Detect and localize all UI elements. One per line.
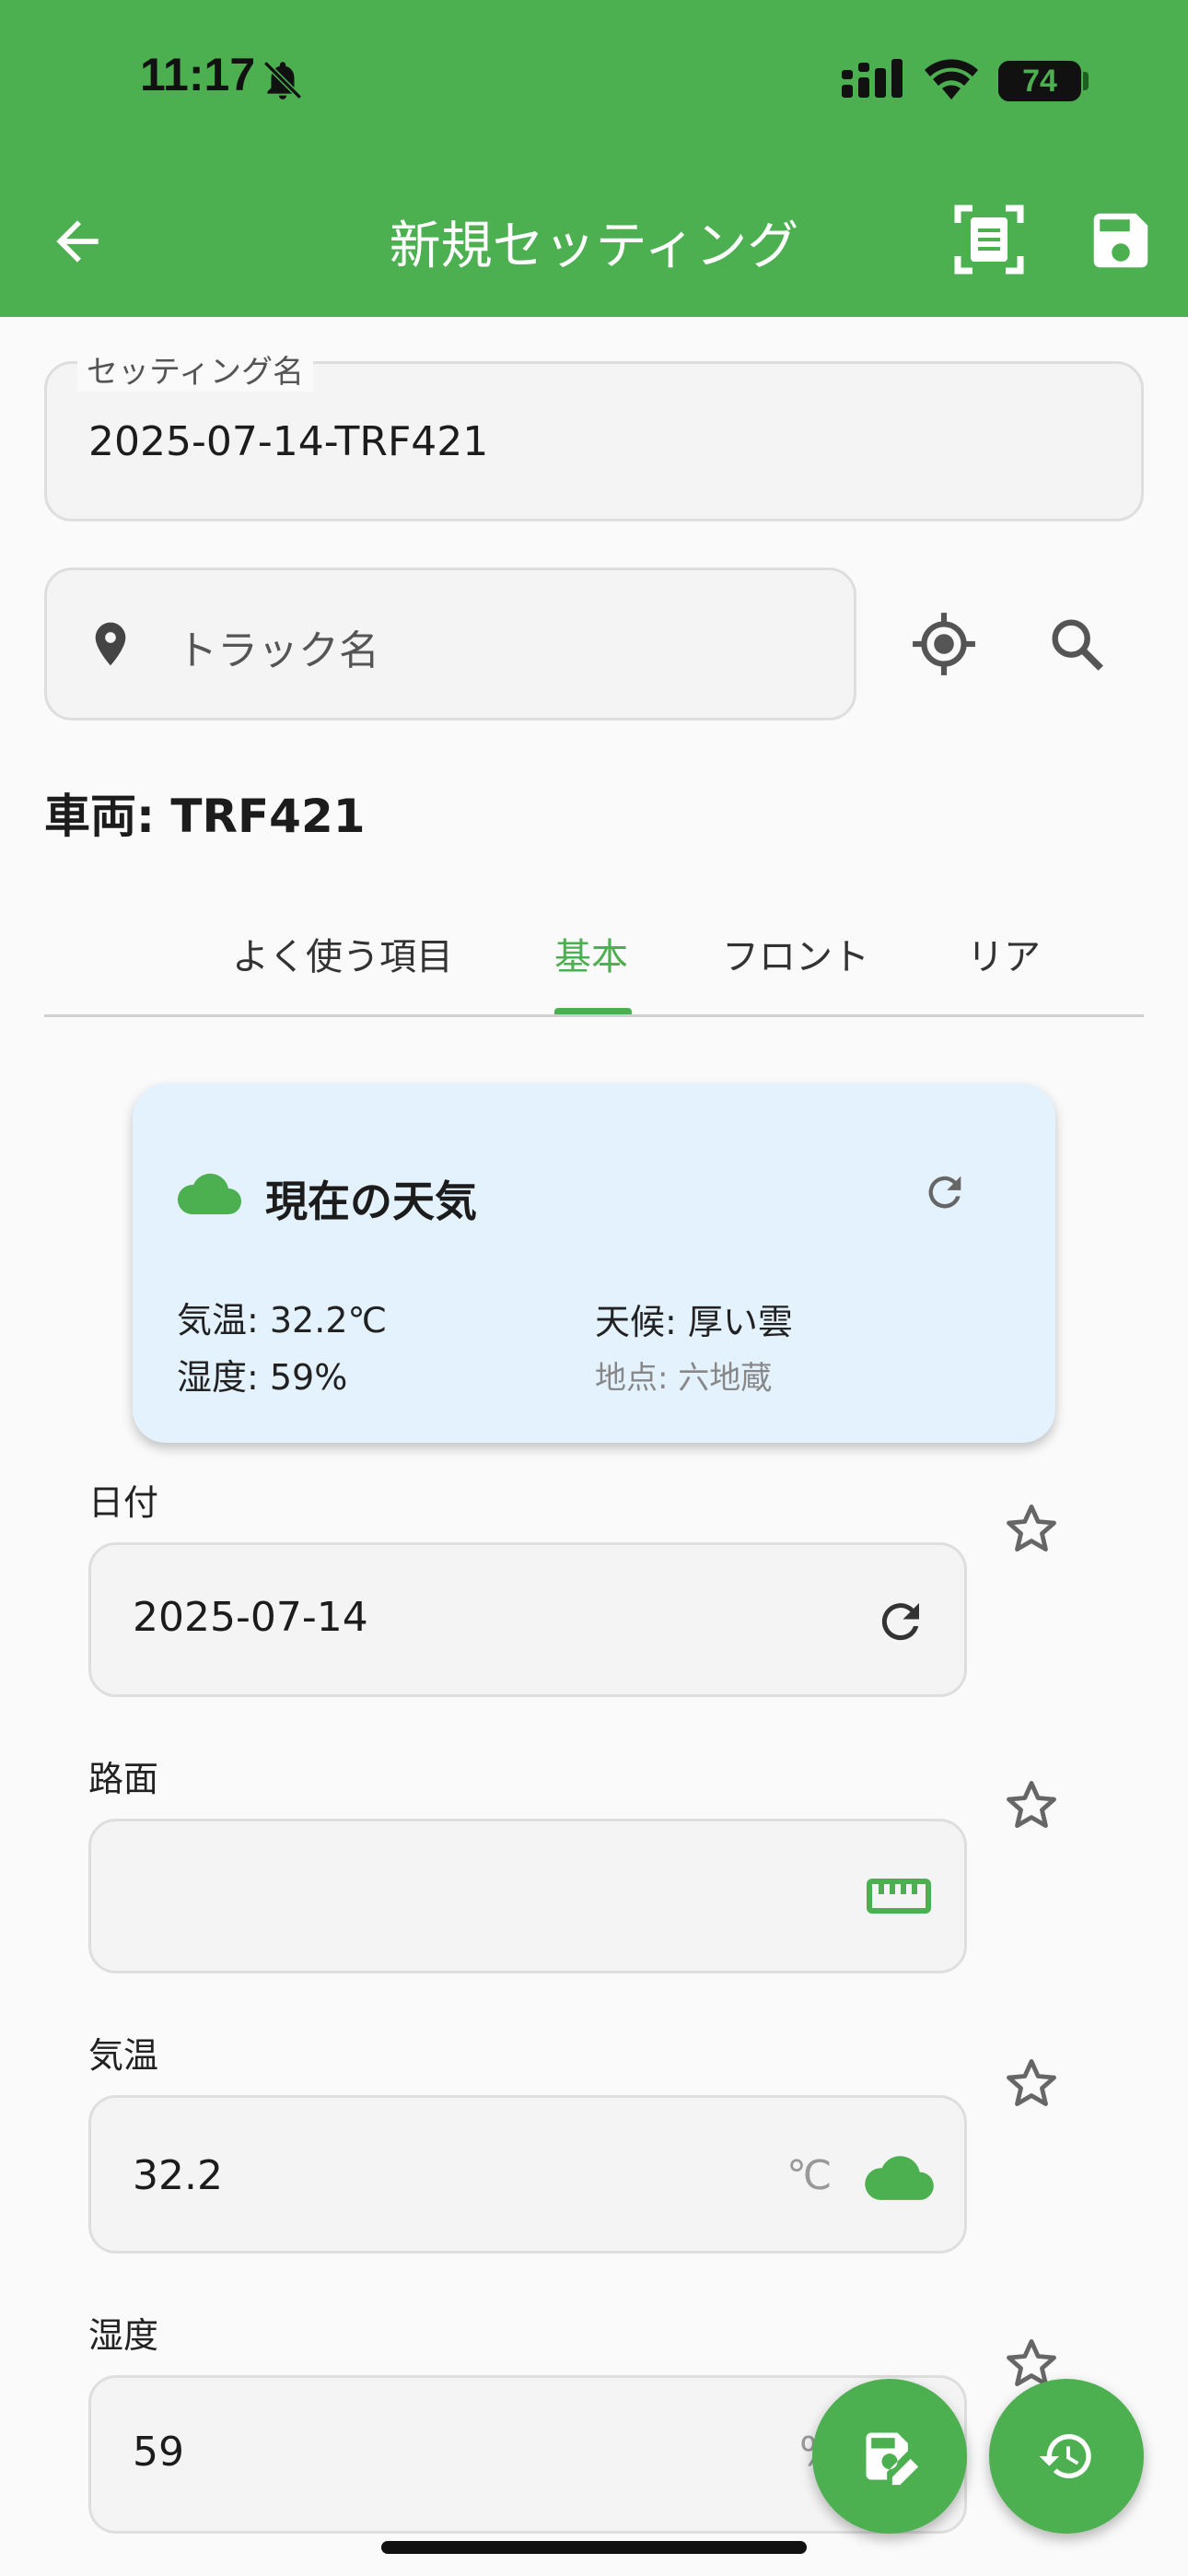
tab-basic[interactable]: 基本 [554, 927, 628, 980]
cellular-signal-icon [842, 59, 903, 98]
setting-name-value[interactable]: 2025-07-14-TRF421 [88, 418, 488, 465]
status-time: 11:17 [140, 49, 256, 100]
ruler-icon[interactable] [866, 1876, 932, 1916]
track-name-input[interactable] [44, 568, 856, 720]
weather-humidity: 湿度: 59% [177, 1357, 348, 1398]
temperature-value[interactable]: 32.2 [133, 2152, 223, 2199]
tab-frequent[interactable]: よく使う項目 [232, 927, 453, 980]
history-icon [1039, 2434, 1091, 2478]
save-icon[interactable] [1085, 205, 1157, 276]
weather-location: 地点: 六地蔵 [595, 1360, 773, 1397]
history-fab[interactable] [989, 2379, 1144, 2534]
surface-field[interactable] [88, 1819, 967, 1973]
wifi-icon [925, 59, 978, 100]
surface-label: 路面 [88, 1759, 159, 1799]
weather-condition: 天候: 厚い雲 [595, 1302, 793, 1342]
home-indicator [381, 2541, 807, 2554]
star-outline-icon[interactable] [1002, 1776, 1061, 1835]
tab-rear[interactable]: リア [967, 927, 1041, 980]
app-header: 11:17 74 新規セッティング [0, 0, 1188, 317]
track-name-placeholder: トラック名 [177, 627, 379, 674]
battery-level-text: 74 [1022, 64, 1057, 99]
location-pin-icon [95, 622, 126, 666]
date-value[interactable]: 2025-07-14 [133, 1594, 368, 1641]
my-location-icon[interactable] [910, 610, 978, 678]
temperature-unit: ℃ [786, 2152, 833, 2199]
battery-icon: 74 [998, 61, 1081, 101]
search-icon[interactable] [1044, 612, 1109, 676]
page-title: 新規セッティング [389, 217, 799, 276]
reset-date-icon[interactable] [873, 1594, 928, 1649]
cloud-icon [177, 1173, 241, 1214]
weather-temperature: 気温: 32.2℃ [177, 1300, 388, 1341]
humidity-label: 湿度 [88, 2315, 159, 2356]
save-edit-fab[interactable] [812, 2379, 967, 2534]
temperature-label: 気温 [88, 2035, 159, 2076]
weather-title: 現在の天気 [265, 1177, 477, 1226]
back-arrow-icon[interactable] [46, 210, 109, 273]
bell-slash-icon [263, 61, 302, 100]
humidity-value[interactable]: 59 [133, 2429, 184, 2476]
battery-cap [1083, 72, 1089, 90]
document-scanner-icon[interactable] [954, 205, 1024, 275]
date-label: 日付 [88, 1482, 159, 1523]
tab-divider [44, 1014, 1144, 1017]
refresh-icon[interactable] [921, 1168, 969, 1216]
tab-front[interactable]: フロント [722, 927, 869, 980]
save-edit-icon [866, 2432, 919, 2486]
star-outline-icon[interactable] [1002, 1500, 1061, 1559]
cloud-icon[interactable] [862, 2152, 936, 2202]
vehicle-heading: 車両: TRF421 [44, 790, 366, 843]
setting-name-label: セッティング名 [77, 346, 313, 392]
star-outline-icon[interactable] [1002, 2055, 1061, 2113]
